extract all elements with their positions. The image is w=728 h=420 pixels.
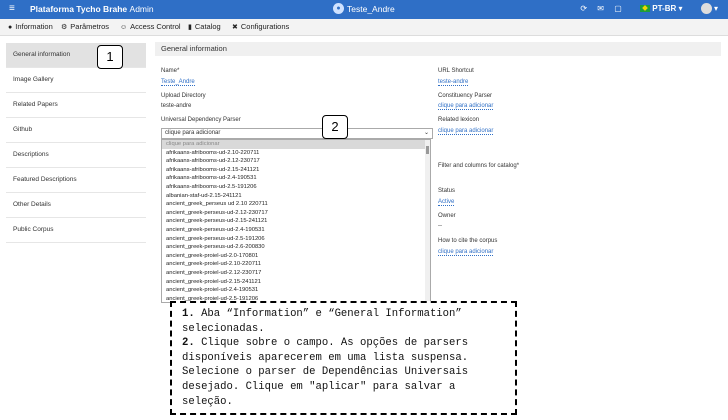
corpus-title: ● Teste_Andre (333, 3, 395, 15)
name-label: Name* (161, 68, 180, 74)
related-lexicon-value[interactable]: clique para adicionar (438, 128, 494, 135)
status-label: Status (438, 188, 456, 194)
menu-icon[interactable]: ≡ (9, 3, 15, 14)
topbar-actions: ⟳ ✉ ▢ PT-BR ▾ ▾ (572, 3, 718, 14)
note-step-2: 2. Clique sobre o campo. As opções de pa… (182, 337, 469, 408)
dropdown-option[interactable]: afrikaans-afribooms-ud-2.10-220711 (162, 149, 430, 158)
sidebar-item-descriptions[interactable]: Descriptions (6, 143, 146, 168)
upload-directory-value: teste-andre (161, 103, 192, 109)
status-value[interactable]: Active (438, 199, 455, 206)
top-navbar: ≡ Plataforma Tycho Brahe Admin ● Teste_An… (0, 0, 728, 19)
dropdown-option[interactable]: ancient_greek_perseus ud 2.10 220711 (162, 200, 430, 209)
dropdown-option[interactable]: afrikaans-afribooms-ud-2.4-190531 (162, 174, 430, 183)
chevron-down-icon: ⌄ (423, 130, 429, 136)
sidebar-item-other-details[interactable]: Other Details (6, 193, 146, 218)
dropdown-option[interactable]: ancient_greek-proiel-ud-2.0-170801 (162, 252, 430, 261)
dropdown-option[interactable]: afrikaans-afribooms-ud-2.12-230717 (162, 157, 430, 166)
constituency-parser-label: Constituency Parser (438, 93, 493, 99)
callout-1: 1 (97, 45, 123, 69)
url-shortcut-value[interactable]: teste-andre (438, 79, 469, 86)
gears-icon: ⚙ (61, 24, 68, 31)
dropdown-option[interactable]: ancient_greek-proiel-ud-2.15-241121 (162, 278, 430, 287)
dropdown-option[interactable]: afrikaans-afribooms-ud-2.5-191206 (162, 183, 430, 192)
instruction-note: 1. Aba “Information” e “General Informat… (170, 301, 517, 415)
dropdown-option[interactable]: ancient_greek-perseus-ud-2.15-241121 (162, 217, 430, 226)
avatar (700, 3, 712, 14)
user-menu[interactable]: ▾ (693, 3, 718, 14)
url-shortcut-label: URL Shortcut (438, 68, 474, 74)
refresh-icon[interactable]: ⟳ (580, 4, 587, 13)
tab-catalog[interactable]: ▮ Catalog (188, 22, 221, 31)
tab-configurations[interactable]: ✖ Configurations (232, 22, 289, 31)
dropdown-option[interactable]: ancient_greek-proiel-ud-2.10-220711 (162, 260, 430, 269)
dropdown-option[interactable]: ancient_greek-perseus-ud-2.4-190531 (162, 226, 430, 235)
tab-access-control[interactable]: ☺ Access Control (120, 22, 181, 31)
sidebar-item-related-papers[interactable]: Related Papers (6, 93, 146, 118)
sidebar-item-github[interactable]: Github (6, 118, 146, 143)
info-icon: ● (8, 24, 13, 31)
tab-parametros[interactable]: ⚙ Parâmetros (61, 22, 109, 31)
upload-directory-label: Upload Directory (161, 93, 206, 99)
dropdown-option[interactable]: ancient_greek-proiel-ud-2.12-230717 (162, 269, 430, 278)
cite-corpus-label: How to cite the corpus (438, 238, 498, 244)
tab-bar: ● Information ⚙ Parâmetros ☺ Access Control… (0, 19, 728, 36)
dropdown-option[interactable]: ancient_greek-perseus-ud-2.12-230717 (162, 209, 430, 218)
book-icon: ▮ (188, 24, 192, 31)
brazil-flag-icon (640, 5, 651, 12)
page-title: General information (155, 42, 721, 56)
dropdown-option[interactable]: afrikaans-afribooms-ud-2.15-241121 (162, 166, 430, 175)
ud-parser-select[interactable]: clique para adicionar ⌄ (161, 128, 433, 139)
scrollbar-thumb[interactable] (426, 146, 429, 154)
sidebar: General information Image Gallery Relate… (6, 43, 146, 243)
dropdown-option[interactable]: clique para adicionar (162, 140, 430, 149)
cite-corpus-value[interactable]: clique para adicionar (438, 249, 494, 256)
callout-2: 2 (322, 115, 348, 139)
users-icon: ☺ (120, 24, 128, 31)
language-selector[interactable]: PT-BR ▾ (632, 4, 683, 13)
brand[interactable]: Plataforma Tycho Brahe Admin (30, 4, 154, 14)
related-lexicon-label: Related lexicon (438, 117, 480, 123)
note-step-1: 1. Aba “Information” e “General Informat… (182, 308, 462, 335)
sidebar-item-image-gallery[interactable]: Image Gallery (6, 68, 146, 93)
dropdown-option[interactable]: ancient_greek-perseus-ud-2.5-191206 (162, 235, 430, 244)
sidebar-item-public-corpus[interactable]: Public Corpus (6, 218, 146, 243)
owner-value: -- (438, 223, 442, 229)
sidebar-item-featured-descriptions[interactable]: Featured Descriptions (6, 168, 146, 193)
ud-parser-dropdown-list[interactable]: clique para adicionar afrikaans-afribooms… (161, 139, 431, 303)
sidebar-item-general-information[interactable]: General information (6, 43, 146, 68)
notes-icon[interactable]: ▢ (614, 4, 622, 13)
corpus-logo-icon: ● (333, 3, 344, 15)
tab-information[interactable]: ● Information (8, 22, 53, 31)
dropdown-option[interactable]: albanian-staf-ud-2.15-241121 (162, 192, 430, 201)
catalog-filter-label: Filter and columns for catalog* (438, 163, 520, 169)
name-value[interactable]: Teste_Andre (161, 79, 195, 86)
dropdown-option[interactable]: ancient_greek-proiel-ud-2.4-190531 (162, 286, 430, 295)
ud-parser-label: Universal Dependency Parser (161, 117, 241, 123)
dropdown-option[interactable]: ancient_greek-perseus-ud-2.6-200830 (162, 243, 430, 252)
mail-icon[interactable]: ✉ (597, 4, 604, 13)
constituency-parser-value[interactable]: clique para adicionar (438, 103, 494, 110)
wrench-icon: ✖ (232, 24, 238, 31)
owner-label: Owner (438, 213, 456, 219)
dropdown-scrollbar[interactable] (425, 140, 430, 302)
